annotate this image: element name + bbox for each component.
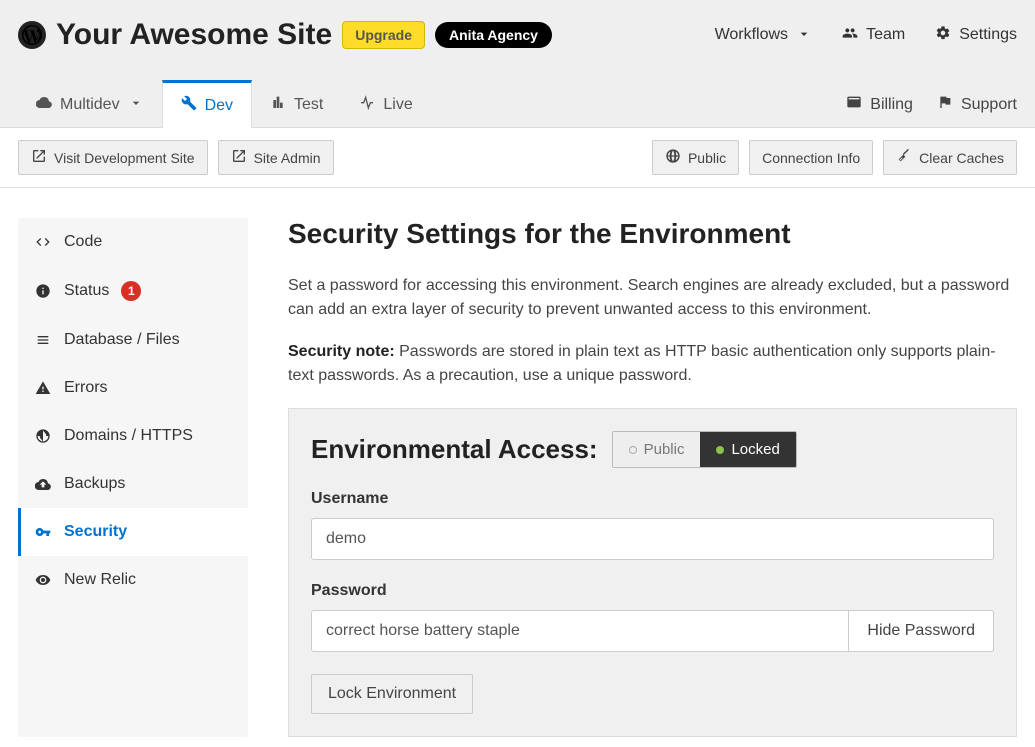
database-icon [34, 332, 52, 348]
external-link-icon [31, 148, 47, 167]
sidebar-item-database[interactable]: Database / Files [18, 316, 248, 364]
eye-icon [34, 572, 52, 588]
lock-environment-button[interactable]: Lock Environment [311, 674, 473, 714]
billing-link[interactable]: Billing [846, 94, 913, 115]
sidebar-item-status[interactable]: Status 1 [18, 266, 248, 316]
sidebar-item-security[interactable]: Security [18, 508, 248, 556]
sidebar-item-label: Domains / HTTPS [64, 427, 193, 445]
workflows-menu[interactable]: Workflows [715, 25, 813, 46]
tab-label: Multidev [60, 96, 120, 114]
cloud-icon [36, 94, 52, 115]
sidebar: Code Status 1 Database / Files Errors [18, 218, 248, 737]
workflows-label: Workflows [715, 26, 789, 44]
tab-multidev[interactable]: Multidev [18, 82, 162, 127]
sidebar-item-newrelic[interactable]: New Relic [18, 556, 248, 604]
tab-dev[interactable]: Dev [162, 80, 252, 128]
bar-chart-icon [270, 94, 286, 115]
team-icon [842, 25, 858, 46]
sidebar-item-backups[interactable]: Backups [18, 460, 248, 508]
sidebar-item-errors[interactable]: Errors [18, 364, 248, 412]
access-public-option[interactable]: Public [613, 432, 701, 467]
sidebar-item-domains[interactable]: Domains / HTTPS [18, 412, 248, 460]
sidebar-item-label: Status [64, 282, 109, 300]
sidebar-item-label: New Relic [64, 571, 136, 589]
warning-icon [34, 380, 52, 396]
tab-live[interactable]: Live [341, 82, 430, 127]
support-label: Support [961, 96, 1017, 114]
access-toggle: Public Locked [612, 431, 797, 468]
sidebar-item-label: Security [64, 523, 127, 541]
status-badge: 1 [121, 281, 141, 301]
agency-badge[interactable]: Anita Agency [435, 22, 552, 48]
visit-site-button[interactable]: Visit Development Site [18, 140, 208, 175]
site-title: Your Awesome Site [56, 18, 332, 52]
sidebar-item-label: Backups [64, 475, 125, 493]
broom-icon [896, 148, 912, 167]
settings-link[interactable]: Settings [935, 25, 1017, 46]
password-input[interactable] [311, 610, 849, 652]
tab-label: Test [294, 96, 323, 114]
sidebar-item-code[interactable]: Code [18, 218, 248, 266]
page-description: Set a password for accessing this enviro… [288, 274, 1017, 322]
external-link-icon [231, 148, 247, 167]
chevron-down-icon [796, 26, 812, 47]
settings-label: Settings [959, 26, 1017, 44]
password-label: Password [311, 582, 994, 600]
globe-icon [34, 428, 52, 444]
info-icon [34, 283, 52, 299]
radio-off-icon [629, 446, 637, 454]
card-icon [846, 94, 862, 115]
security-note-label: Security note: [288, 343, 395, 360]
pulse-icon [359, 94, 375, 115]
support-link[interactable]: Support [937, 94, 1017, 115]
key-icon [34, 524, 52, 540]
hide-password-button[interactable]: Hide Password [849, 610, 994, 652]
label: Site Admin [254, 150, 321, 166]
tab-label: Live [383, 96, 412, 114]
gear-icon [935, 25, 951, 46]
tab-label: Dev [205, 97, 233, 115]
username-input[interactable] [311, 518, 994, 560]
label: Locked [731, 441, 779, 458]
username-label: Username [311, 490, 994, 508]
chevron-down-icon [128, 95, 144, 116]
globe-icon [665, 148, 681, 167]
clear-caches-button[interactable]: Clear Caches [883, 140, 1017, 175]
page-title: Security Settings for the Environment [288, 218, 1017, 250]
connection-info-button[interactable]: Connection Info [749, 140, 873, 175]
wrench-icon [181, 95, 197, 116]
sidebar-item-label: Code [64, 233, 102, 251]
tab-test[interactable]: Test [252, 82, 341, 127]
label: Public [688, 150, 726, 166]
security-note: Security note: Passwords are stored in p… [288, 340, 1017, 388]
label: Public [644, 441, 685, 458]
site-admin-button[interactable]: Site Admin [218, 140, 334, 175]
access-locked-option[interactable]: Locked [700, 432, 795, 467]
team-link[interactable]: Team [842, 25, 905, 46]
panel-heading: Environmental Access: [311, 434, 598, 465]
radio-on-icon [716, 446, 724, 454]
label: Visit Development Site [54, 150, 195, 166]
label: Connection Info [762, 150, 860, 166]
security-note-text: Passwords are stored in plain text as HT… [288, 343, 996, 384]
environment-access-panel: Environmental Access: Public Locked User… [288, 408, 1017, 737]
billing-label: Billing [870, 96, 913, 114]
sidebar-item-label: Database / Files [64, 331, 180, 349]
flag-icon [937, 94, 953, 115]
public-button[interactable]: Public [652, 140, 739, 175]
label: Clear Caches [919, 150, 1004, 166]
code-icon [34, 234, 52, 250]
upgrade-button[interactable]: Upgrade [342, 21, 425, 49]
team-label: Team [866, 26, 905, 44]
cloud-up-icon [34, 476, 52, 492]
sidebar-item-label: Errors [64, 379, 108, 397]
wordpress-logo-icon [18, 21, 46, 49]
